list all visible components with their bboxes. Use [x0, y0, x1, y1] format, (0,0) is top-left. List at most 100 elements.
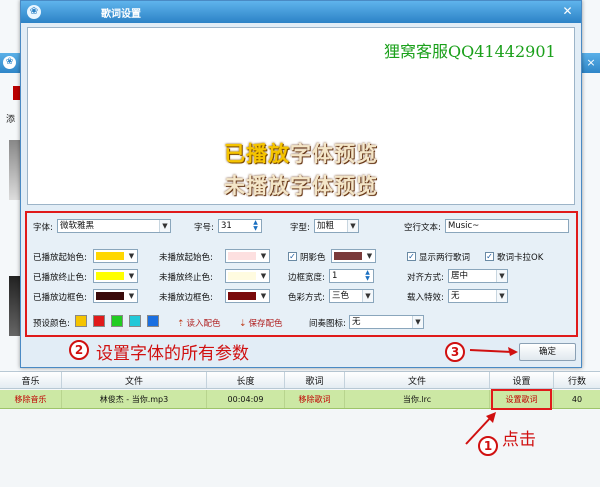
remove-music-button[interactable]: 移除音乐	[0, 390, 62, 408]
app-logo-icon: ❀	[27, 5, 41, 19]
unplayed-border-color-label: 未播放边框色:	[159, 293, 213, 303]
preset-color-swatch[interactable]	[129, 315, 141, 327]
step-1-text: 点击	[502, 430, 536, 450]
blank-text-input[interactable]: Music~	[445, 219, 569, 233]
column-header-file[interactable]: 文件	[62, 372, 207, 388]
column-header-setting[interactable]: 设置	[490, 372, 554, 388]
lyrics-table-header: 音乐 文件 长度 歌词 文件 设置 行数	[0, 371, 600, 389]
lyric-file-cell: 当你.lrc	[345, 390, 490, 408]
highlight-box	[491, 389, 552, 410]
color-swatch	[228, 252, 256, 260]
close-icon[interactable]: ×	[584, 56, 598, 69]
blank-text-label: 空行文本:	[404, 223, 441, 233]
download-icon: ⇣	[239, 319, 247, 329]
column-header-lyric-file[interactable]: 文件	[345, 372, 490, 388]
shadow-label: 阴影色	[300, 253, 326, 263]
unplayed-border-color-picker[interactable]: ▼	[225, 289, 270, 303]
played-end-color-label: 已播放终止色:	[33, 273, 87, 283]
load-effect-label: 载入特效:	[407, 293, 444, 303]
unplayed-end-color-picker[interactable]: ▼	[225, 269, 270, 283]
column-header-lines[interactable]: 行数	[554, 372, 600, 388]
color-swatch	[96, 252, 124, 260]
border-width-value: 1	[332, 271, 338, 281]
chevron-down-icon: ▼	[347, 220, 358, 232]
arrow-right-icon	[469, 347, 518, 356]
column-header-lyric[interactable]: 歌词	[285, 372, 345, 388]
interlude-icon-select[interactable]: 无 ▼	[349, 315, 424, 329]
unplayed-end-color-label: 未播放终止色:	[159, 273, 213, 283]
chevron-down-icon: ▼	[496, 270, 507, 282]
played-end-color-picker[interactable]: ▼	[93, 269, 138, 283]
font-style-value: 加粗	[317, 221, 335, 231]
two-lines-checkbox[interactable]: ✓	[407, 252, 416, 261]
font-size-value: 31	[221, 221, 232, 231]
spin-arrows-icon[interactable]: ▲ ▼	[362, 270, 373, 282]
column-header-length[interactable]: 长度	[207, 372, 285, 388]
shadow-checkbox[interactable]: ✓	[288, 252, 297, 261]
played-start-color-picker[interactable]: ▼	[93, 249, 138, 263]
preset-color-swatch[interactable]	[111, 315, 123, 327]
chevron-down-icon: ▼	[260, 272, 267, 280]
chevron-down-icon: ▼	[260, 252, 267, 260]
load-effect-value: 无	[451, 291, 460, 301]
color-mode-value: 三色	[332, 291, 350, 301]
preset-color-swatch[interactable]	[75, 315, 87, 327]
played-start-color-label: 已播放起始色:	[33, 253, 87, 263]
chevron-down-icon: ▼	[412, 316, 423, 328]
interlude-icon-label: 间奏图标:	[309, 319, 346, 329]
dialog-title: 歌词设置	[101, 9, 141, 20]
save-preset-button[interactable]: ⇣ 保存配色	[239, 317, 283, 329]
chevron-down-icon: ▼	[128, 252, 135, 260]
color-swatch	[228, 292, 256, 300]
border-width-stepper[interactable]: 1 ▲ ▼	[329, 269, 374, 283]
length-cell: 00:04:09	[207, 390, 285, 408]
font-size-stepper[interactable]: 31 ▲ ▼	[218, 219, 262, 233]
close-icon[interactable]: ✕	[560, 4, 575, 19]
shadow-color-picker[interactable]: ▼	[331, 249, 376, 263]
save-preset-label: 保存配色	[248, 319, 283, 329]
karaoke-label: 歌词卡拉OK	[497, 253, 544, 263]
font-label: 字体:	[33, 223, 53, 233]
played-part: 已播放	[224, 142, 290, 166]
remove-lyric-button[interactable]: 移除歌词	[285, 390, 345, 408]
step-2-badge: 2	[69, 340, 89, 360]
lyric-preview-area: 狸窝客服QQ41442901 已播放字体预览 未播放字体预览	[27, 27, 575, 205]
color-swatch	[228, 272, 256, 280]
lyric-settings-dialog: ❀ 歌词设置 ✕ 狸窝客服QQ41442901 已播放字体预览 未播放字体预览 …	[20, 0, 582, 368]
align-select[interactable]: 居中 ▼	[448, 269, 508, 283]
spin-arrows-icon[interactable]: ▲ ▼	[250, 220, 261, 232]
font-value: 微软雅黑	[60, 221, 95, 231]
unplayed-preview-text: 未播放字体预览	[224, 174, 378, 198]
align-label: 对齐方式:	[407, 273, 444, 283]
chevron-down-icon: ▼	[260, 292, 267, 300]
color-swatch	[96, 292, 124, 300]
style-label: 字型:	[290, 223, 310, 233]
chevron-down-icon: ▼	[496, 290, 507, 302]
preset-color-swatch[interactable]	[93, 315, 105, 327]
unplayed-start-color-picker[interactable]: ▼	[225, 249, 270, 263]
played-border-color-picker[interactable]: ▼	[93, 289, 138, 303]
step-1-badge: 1	[478, 436, 498, 456]
karaoke-checkbox[interactable]: ✓	[485, 252, 494, 261]
font-style-select[interactable]: 加粗 ▼	[314, 219, 359, 233]
load-preset-button[interactable]: ⇡ 读入配色	[177, 317, 221, 329]
border-width-label: 边框宽度:	[288, 273, 325, 283]
font-select[interactable]: 微软雅黑 ▼	[57, 219, 171, 233]
played-preview-text: 已播放字体预览	[28, 138, 574, 168]
load-effect-select[interactable]: 无 ▼	[448, 289, 508, 303]
color-swatch	[96, 272, 124, 280]
two-lines-label: 显示两行歌词	[419, 253, 471, 263]
played-border-color-label: 已播放边框色:	[33, 293, 87, 303]
watermark-text: 狸窝客服QQ41442901	[384, 42, 556, 61]
app-logo-icon: ❀	[3, 56, 16, 69]
load-preset-label: 读入配色	[186, 319, 221, 329]
ok-button[interactable]: 确定	[519, 343, 576, 361]
add-label[interactable]: 添	[6, 112, 15, 125]
align-value: 居中	[451, 271, 469, 281]
unplayed-part: 字体预览	[290, 142, 378, 166]
preset-color-swatch[interactable]	[147, 315, 159, 327]
lines-cell: 40	[571, 394, 583, 404]
font-settings-panel: 字体: 微软雅黑 ▼ 字号: 31 ▲ ▼ 字型: 加粗 ▼ 空行文本: Music~ …	[25, 211, 578, 337]
color-mode-select[interactable]: 三色 ▼	[329, 289, 374, 303]
column-header-music[interactable]: 音乐	[0, 372, 62, 388]
